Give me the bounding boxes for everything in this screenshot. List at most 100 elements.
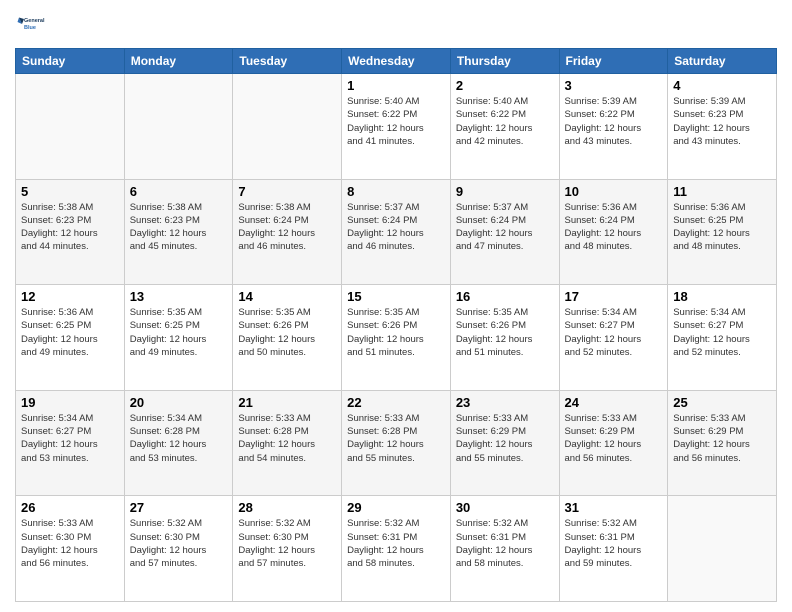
calendar-day: 1Sunrise: 5:40 AM Sunset: 6:22 PM Daylig… (342, 74, 451, 180)
day-number: 5 (21, 184, 119, 199)
day-info: Sunrise: 5:35 AM Sunset: 6:26 PM Dayligh… (456, 306, 554, 359)
day-info: Sunrise: 5:39 AM Sunset: 6:22 PM Dayligh… (565, 95, 663, 148)
day-info: Sunrise: 5:33 AM Sunset: 6:28 PM Dayligh… (238, 412, 336, 465)
day-number: 31 (565, 500, 663, 515)
calendar-day: 3 Sunrise: 5:39 AM Sunset: 6:22 PM Daylig… (559, 74, 668, 180)
day-number: 25 (673, 395, 771, 410)
day-number: 19 (21, 395, 119, 410)
calendar-header-wednesday: Wednesday (342, 49, 451, 74)
day-number: 15 (347, 289, 445, 304)
calendar-header-tuesday: Tuesday (233, 49, 342, 74)
logo: General Blue (15, 10, 45, 40)
day-number: 23 (456, 395, 554, 410)
calendar-day: 22Sunrise: 5:33 AM Sunset: 6:28 PM Dayli… (342, 390, 451, 496)
day-info: Sunrise: 5:32 AM Sunset: 6:31 PM Dayligh… (456, 517, 554, 570)
day-info: Sunrise: 5:36 AM Sunset: 6:25 PM Dayligh… (21, 306, 119, 359)
calendar-header-friday: Friday (559, 49, 668, 74)
day-number: 17 (565, 289, 663, 304)
calendar-day (668, 496, 777, 602)
calendar-day: 19 Sunrise: 5:34 AM Sunset: 6:27 PM Dayli… (16, 390, 125, 496)
calendar-day: 20Sunrise: 5:34 AM Sunset: 6:28 PM Dayli… (124, 390, 233, 496)
day-number: 9 (456, 184, 554, 199)
calendar-day: 25 Sunrise: 5:33 AM Sunset: 6:29 PM Dayli… (668, 390, 777, 496)
calendar-day: 31 Sunrise: 5:32 AM Sunset: 6:31 PM Dayli… (559, 496, 668, 602)
day-info: Sunrise: 5:32 AM Sunset: 6:30 PM Dayligh… (238, 517, 336, 570)
calendar-day: 9 Sunrise: 5:37 AM Sunset: 6:24 PM Daylig… (450, 179, 559, 285)
day-info: Sunrise: 5:35 AM Sunset: 6:25 PM Dayligh… (130, 306, 228, 359)
day-info: Sunrise: 5:35 AM Sunset: 6:26 PM Dayligh… (238, 306, 336, 359)
svg-text:Blue: Blue (24, 25, 36, 31)
calendar-header-thursday: Thursday (450, 49, 559, 74)
calendar-day: 27 Sunrise: 5:32 AM Sunset: 6:30 PM Dayli… (124, 496, 233, 602)
day-info: Sunrise: 5:33 AM Sunset: 6:29 PM Dayligh… (673, 412, 771, 465)
day-number: 16 (456, 289, 554, 304)
day-info: Sunrise: 5:33 AM Sunset: 6:28 PM Dayligh… (347, 412, 445, 465)
day-info: Sunrise: 5:32 AM Sunset: 6:30 PM Dayligh… (130, 517, 228, 570)
day-info: Sunrise: 5:32 AM Sunset: 6:31 PM Dayligh… (347, 517, 445, 570)
calendar-header-monday: Monday (124, 49, 233, 74)
calendar-day: 14 Sunrise: 5:35 AM Sunset: 6:26 PM Dayli… (233, 285, 342, 391)
calendar-day: 18 Sunrise: 5:34 AM Sunset: 6:27 PM Dayli… (668, 285, 777, 391)
day-number: 28 (238, 500, 336, 515)
day-info: Sunrise: 5:35 AM Sunset: 6:26 PM Dayligh… (347, 306, 445, 359)
day-number: 1 (347, 78, 445, 93)
calendar-day: 6Sunrise: 5:38 AM Sunset: 6:23 PM Daylig… (124, 179, 233, 285)
calendar-day: 26 Sunrise: 5:33 AM Sunset: 6:30 PM Dayli… (16, 496, 125, 602)
day-info: Sunrise: 5:38 AM Sunset: 6:24 PM Dayligh… (238, 201, 336, 254)
calendar-day: 21 Sunrise: 5:33 AM Sunset: 6:28 PM Dayli… (233, 390, 342, 496)
calendar-day: 2Sunrise: 5:40 AM Sunset: 6:22 PM Daylig… (450, 74, 559, 180)
svg-text:General: General (24, 18, 45, 24)
calendar-week-5: 26 Sunrise: 5:33 AM Sunset: 6:30 PM Dayli… (16, 496, 777, 602)
calendar-header-saturday: Saturday (668, 49, 777, 74)
calendar-day: 13 Sunrise: 5:35 AM Sunset: 6:25 PM Dayli… (124, 285, 233, 391)
day-info: Sunrise: 5:34 AM Sunset: 6:27 PM Dayligh… (21, 412, 119, 465)
day-info: Sunrise: 5:33 AM Sunset: 6:29 PM Dayligh… (456, 412, 554, 465)
day-info: Sunrise: 5:37 AM Sunset: 6:24 PM Dayligh… (347, 201, 445, 254)
day-number: 18 (673, 289, 771, 304)
day-info: Sunrise: 5:33 AM Sunset: 6:30 PM Dayligh… (21, 517, 119, 570)
day-info: Sunrise: 5:38 AM Sunset: 6:23 PM Dayligh… (130, 201, 228, 254)
day-info: Sunrise: 5:33 AM Sunset: 6:29 PM Dayligh… (565, 412, 663, 465)
calendar-table: SundayMondayTuesdayWednesdayThursdayFrid… (15, 48, 777, 602)
day-info: Sunrise: 5:36 AM Sunset: 6:25 PM Dayligh… (673, 201, 771, 254)
calendar-day: 24Sunrise: 5:33 AM Sunset: 6:29 PM Dayli… (559, 390, 668, 496)
day-info: Sunrise: 5:32 AM Sunset: 6:31 PM Dayligh… (565, 517, 663, 570)
day-info: Sunrise: 5:37 AM Sunset: 6:24 PM Dayligh… (456, 201, 554, 254)
day-number: 3 (565, 78, 663, 93)
day-number: 27 (130, 500, 228, 515)
calendar-day: 23 Sunrise: 5:33 AM Sunset: 6:29 PM Dayli… (450, 390, 559, 496)
calendar-day (124, 74, 233, 180)
calendar-day: 17 Sunrise: 5:34 AM Sunset: 6:27 PM Dayli… (559, 285, 668, 391)
day-number: 26 (21, 500, 119, 515)
calendar-day: 28 Sunrise: 5:32 AM Sunset: 6:30 PM Dayli… (233, 496, 342, 602)
calendar-day: 5 Sunrise: 5:38 AM Sunset: 6:23 PM Daylig… (16, 179, 125, 285)
calendar-day: 4Sunrise: 5:39 AM Sunset: 6:23 PM Daylig… (668, 74, 777, 180)
calendar-header-row: SundayMondayTuesdayWednesdayThursdayFrid… (16, 49, 777, 74)
calendar-day: 11 Sunrise: 5:36 AM Sunset: 6:25 PM Dayli… (668, 179, 777, 285)
day-info: Sunrise: 5:34 AM Sunset: 6:27 PM Dayligh… (673, 306, 771, 359)
header: General Blue (15, 10, 777, 40)
day-number: 4 (673, 78, 771, 93)
day-number: 29 (347, 500, 445, 515)
calendar-day (16, 74, 125, 180)
day-number: 14 (238, 289, 336, 304)
day-info: Sunrise: 5:40 AM Sunset: 6:22 PM Dayligh… (456, 95, 554, 148)
day-number: 21 (238, 395, 336, 410)
day-number: 13 (130, 289, 228, 304)
page: General Blue SundayMondayTuesdayWednesda… (0, 0, 792, 612)
day-number: 30 (456, 500, 554, 515)
calendar-day: 7Sunrise: 5:38 AM Sunset: 6:24 PM Daylig… (233, 179, 342, 285)
day-number: 8 (347, 184, 445, 199)
calendar-week-2: 5 Sunrise: 5:38 AM Sunset: 6:23 PM Daylig… (16, 179, 777, 285)
calendar-day: 12Sunrise: 5:36 AM Sunset: 6:25 PM Dayli… (16, 285, 125, 391)
calendar-header-sunday: Sunday (16, 49, 125, 74)
day-number: 11 (673, 184, 771, 199)
day-info: Sunrise: 5:38 AM Sunset: 6:23 PM Dayligh… (21, 201, 119, 254)
day-number: 10 (565, 184, 663, 199)
day-number: 20 (130, 395, 228, 410)
calendar-day: 10Sunrise: 5:36 AM Sunset: 6:24 PM Dayli… (559, 179, 668, 285)
calendar-day: 16 Sunrise: 5:35 AM Sunset: 6:26 PM Dayli… (450, 285, 559, 391)
day-info: Sunrise: 5:34 AM Sunset: 6:27 PM Dayligh… (565, 306, 663, 359)
logo-icon: General Blue (15, 10, 45, 40)
calendar-day: 30 Sunrise: 5:32 AM Sunset: 6:31 PM Dayli… (450, 496, 559, 602)
